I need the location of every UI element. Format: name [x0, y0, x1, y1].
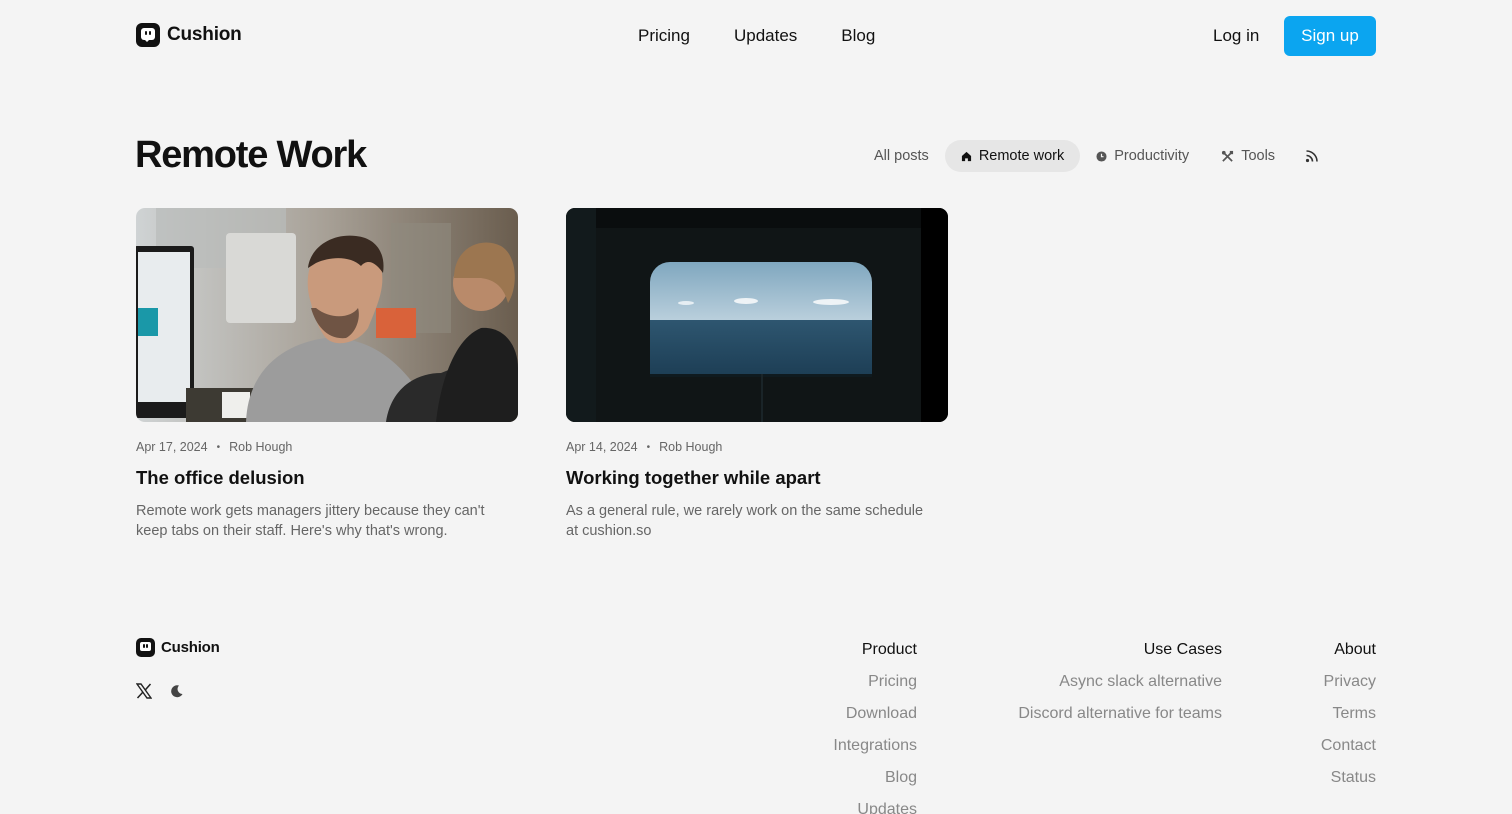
footer-col-about: About Privacy Terms Contact Status	[1321, 641, 1376, 801]
post-date: Apr 17, 2024	[136, 440, 208, 454]
x-icon[interactable]	[136, 683, 152, 699]
footer-link-privacy[interactable]: Privacy	[1321, 673, 1376, 693]
post-image-ocean-window[interactable]	[566, 208, 948, 422]
post-image-office[interactable]	[136, 208, 518, 422]
post-title[interactable]: The office delusion	[136, 467, 518, 489]
footer-social	[136, 683, 184, 699]
logo-icon	[136, 638, 155, 657]
tools-icon	[1222, 150, 1234, 162]
filter-tools-label: Tools	[1241, 148, 1276, 164]
filter-remote-label: Remote work	[978, 148, 1065, 164]
post-excerpt: As a general rule, we rarely work on the…	[566, 503, 924, 539]
footer-logo[interactable]: Cushion	[136, 638, 220, 657]
footer-heading-about: About	[1334, 641, 1376, 658]
post-author[interactable]: Rob Hough	[659, 440, 722, 454]
filter-tools[interactable]: Tools	[1205, 140, 1291, 172]
footer-link-terms[interactable]: Terms	[1321, 705, 1376, 725]
category-filters: All posts Remote work Productivity Tools	[858, 140, 1319, 172]
post-meta: Apr 17, 2024 • Rob Hough	[136, 440, 518, 454]
footer-link-updates[interactable]: Updates	[833, 801, 917, 814]
filter-productivity-label: Productivity	[1114, 148, 1190, 164]
page-title: Remote Work	[135, 134, 367, 176]
home-icon	[961, 151, 971, 161]
footer-col-use-cases: Use Cases Async slack alternative Discor…	[1018, 641, 1222, 737]
meta-separator: •	[646, 441, 651, 453]
footer-heading-use-cases: Use Cases	[1143, 641, 1222, 658]
clock-icon	[1096, 150, 1107, 162]
login-link[interactable]: Log in	[1213, 26, 1259, 46]
filter-productivity[interactable]: Productivity	[1080, 140, 1205, 172]
footer-link-integrations[interactable]: Integrations	[833, 737, 917, 757]
post-meta: Apr 14, 2024 • Rob Hough	[566, 440, 948, 454]
filter-all-posts[interactable]: All posts	[858, 140, 945, 172]
site-header: Cushion Pricing Updates Blog Log in Sign…	[136, 16, 1376, 56]
rss-icon[interactable]	[1305, 149, 1319, 163]
post-card[interactable]: Apr 17, 2024 • Rob Hough The office delu…	[136, 208, 518, 541]
post-author[interactable]: Rob Hough	[229, 440, 292, 454]
post-card[interactable]: Apr 14, 2024 • Rob Hough Working togethe…	[566, 208, 948, 541]
footer-link-contact[interactable]: Contact	[1321, 737, 1376, 757]
signup-button[interactable]: Sign up	[1284, 16, 1376, 56]
post-title[interactable]: Working together while apart	[566, 467, 948, 489]
footer-link-download[interactable]: Download	[833, 705, 917, 725]
brand-name: Cushion	[167, 24, 242, 45]
footer-link-slack-alternative[interactable]: Async slack alternative	[1018, 673, 1222, 693]
filter-remote-work[interactable]: Remote work	[944, 140, 1081, 172]
moon-icon[interactable]	[170, 684, 184, 698]
footer-link-discord-alternative[interactable]: Discord alternative for teams	[1018, 705, 1222, 725]
footer-link-status[interactable]: Status	[1321, 769, 1376, 789]
brand-logo[interactable]: Cushion	[136, 23, 242, 47]
footer-heading-product: Product	[861, 641, 917, 658]
post-excerpt: Remote work gets managers jittery becaus…	[136, 503, 485, 539]
logo-icon	[136, 23, 160, 47]
main-nav: Pricing Updates Blog	[638, 26, 875, 46]
footer-col-product: Product Pricing Download Integrations Bl…	[833, 641, 917, 814]
meta-separator: •	[216, 441, 221, 453]
nav-updates[interactable]: Updates	[734, 26, 797, 46]
footer-brand-name: Cushion	[161, 639, 220, 656]
filter-all-label: All posts	[874, 148, 929, 164]
nav-pricing[interactable]: Pricing	[638, 26, 690, 46]
footer-link-pricing[interactable]: Pricing	[833, 673, 917, 693]
footer-link-blog[interactable]: Blog	[833, 769, 917, 789]
post-date: Apr 14, 2024	[566, 440, 638, 454]
nav-blog[interactable]: Blog	[841, 26, 875, 46]
